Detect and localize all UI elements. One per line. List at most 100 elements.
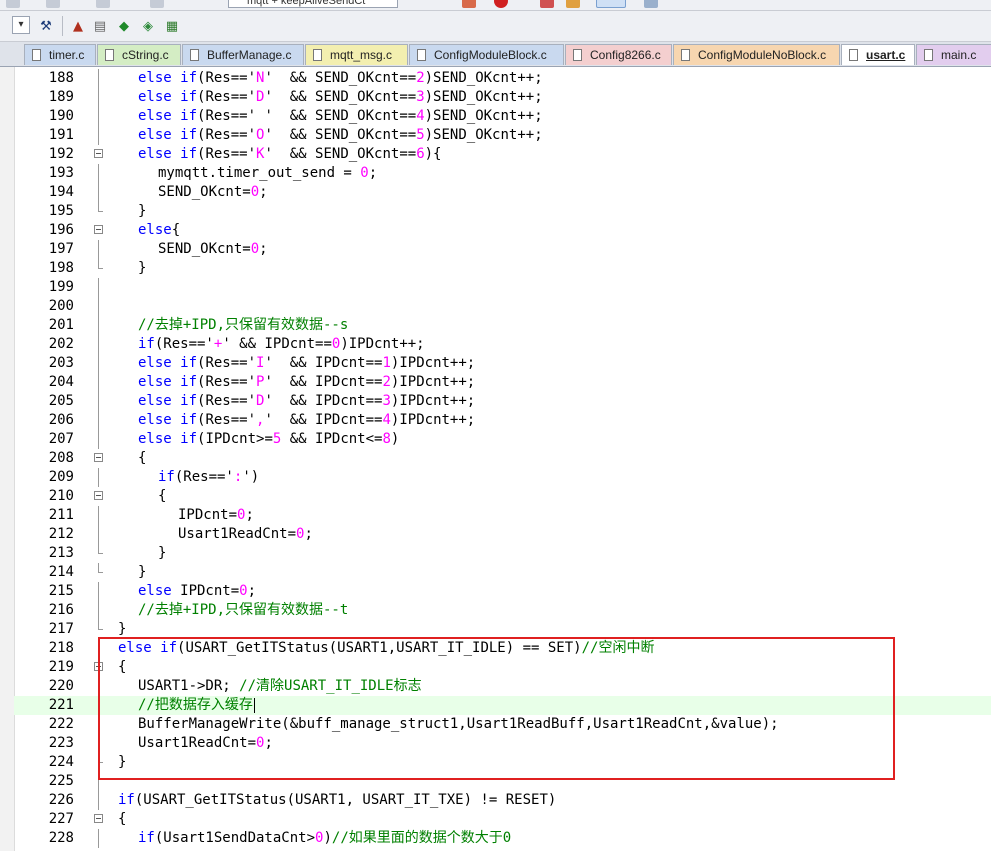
tab-timer-c[interactable]: timer.c — [24, 44, 96, 65]
fold-toggle-icon[interactable] — [94, 145, 104, 164]
breakpoint-icon[interactable] — [494, 0, 508, 8]
code-line[interactable]: 226 if(USART_GetITStatus(USART1, USART_IT… — [14, 791, 991, 810]
window-layout-icon[interactable] — [596, 0, 626, 8]
code-line[interactable]: 214} — [14, 563, 991, 582]
code-line[interactable]: 219 { — [14, 658, 991, 677]
code-text: { — [118, 811, 127, 827]
fold-guide — [94, 506, 104, 525]
code-line[interactable]: 193 mymqtt.timer_out_send = 0; — [14, 164, 991, 183]
code-line[interactable]: 228 if(Usart1SendDataCnt>0)//如果里面的数据个数大于0 — [14, 829, 991, 848]
code-line[interactable]: 218 else if(USART_GetITStatus(USART1,USAR… — [14, 639, 991, 658]
file-extensions-icon[interactable]: ▤ — [90, 16, 110, 36]
dropdown-button[interactable]: ▾ — [12, 16, 30, 34]
line-number: 224 — [48, 754, 74, 770]
line-number: 208 — [48, 450, 74, 466]
code-text: if(USART_GetITStatus(USART1, USART_IT_TX… — [118, 792, 557, 808]
tab-cstring-c[interactable]: cString.c — [97, 44, 181, 65]
code-line[interactable]: 204 else if(Res=='P' && IPDcnt==2)IPDcnt+… — [14, 373, 991, 392]
code-line[interactable]: 201 //去掉+IPD,只保留有效数据--s — [14, 316, 991, 335]
code-line[interactable]: 227 { — [14, 810, 991, 829]
code-line[interactable]: 212 Usart1ReadCnt=0; — [14, 525, 991, 544]
code-line[interactable]: 189 else if(Res=='D' && SEND_OKcnt==3)SEN… — [14, 88, 991, 107]
manage-components-icon[interactable]: ▲ — [68, 16, 88, 36]
code-editor[interactable]: 188 else if(Res=='N' && SEND_OKcnt==2)SEN… — [0, 67, 991, 851]
breakpoint-margin[interactable] — [0, 67, 15, 851]
select-packs-icon[interactable]: ◈ — [138, 16, 158, 36]
code-line[interactable]: 194 SEND_OKcnt=0; — [14, 183, 991, 202]
file-icon — [924, 49, 933, 61]
line-number: 192 — [48, 146, 74, 162]
line-number: 215 — [48, 583, 74, 599]
wrench-icon[interactable] — [644, 0, 658, 8]
code-line[interactable]: 191 else if(Res=='O' && SEND_OKcnt==5)SEN… — [14, 126, 991, 145]
debug-start-icon[interactable] — [462, 0, 476, 8]
code-line[interactable]: 225 — [14, 772, 991, 791]
fold-toggle-icon[interactable] — [94, 487, 104, 506]
tab-usart-c[interactable]: usart.c — [841, 44, 915, 65]
code-text: } — [138, 260, 147, 276]
code-line[interactable]: 192 else if(Res=='K' && SEND_OKcnt==6){ — [14, 145, 991, 164]
code-line[interactable]: 220 USART1->DR; //清除USART_IT_IDLE标志 — [14, 677, 991, 696]
code-line[interactable]: 198} — [14, 259, 991, 278]
code-text: mymqtt.timer_out_send = 0; — [158, 165, 378, 181]
code-text: if(Usart1SendDataCnt>0)//如果里面的数据个数大于0 — [138, 830, 512, 846]
tab-mqtt-msg-c[interactable]: mqtt_msg.c — [305, 44, 408, 65]
tab-buffermanage-c[interactable]: BufferManage.c — [182, 44, 304, 65]
tab-main-c[interactable]: main.c — [916, 44, 991, 65]
code-line[interactable]: 188 else if(Res=='N' && SEND_OKcnt==2)SEN… — [14, 69, 991, 88]
code-line[interactable]: 197 SEND_OKcnt=0; — [14, 240, 991, 259]
fold-toggle-icon[interactable] — [94, 449, 104, 468]
code-line[interactable]: 224} — [14, 753, 991, 772]
code-line[interactable]: 207 else if(IPDcnt>=5 && IPDcnt<=8) — [14, 430, 991, 449]
code-text: { — [118, 659, 127, 675]
tab-configmodulenoblock-c[interactable]: ConfigModuleNoBlock.c — [673, 44, 840, 65]
code-line[interactable]: 209 if(Res==':') — [14, 468, 991, 487]
code-line[interactable]: 208 { — [14, 449, 991, 468]
code-line[interactable]: 196 else{ — [14, 221, 991, 240]
fold-guide — [94, 88, 104, 107]
code-line[interactable]: 195} — [14, 202, 991, 221]
settings-icon[interactable] — [566, 0, 580, 8]
code-line[interactable]: 202 if(Res=='+' && IPDcnt==0)IPDcnt++; — [14, 335, 991, 354]
code-line[interactable]: 215 else IPDcnt=0; — [14, 582, 991, 601]
fold-toggle-icon[interactable] — [94, 810, 104, 829]
translate-icon[interactable] — [6, 0, 20, 8]
code-line[interactable]: 223 Usart1ReadCnt=0; — [14, 734, 991, 753]
code-text: IPDcnt=0; — [178, 507, 254, 523]
file-icon — [849, 49, 858, 61]
green-diamond-icon[interactable]: ◆ — [114, 16, 134, 36]
code-line[interactable]: 213} — [14, 544, 991, 563]
code-line[interactable]: 200 — [14, 297, 991, 316]
bookmark-icon[interactable] — [150, 0, 164, 8]
tab-config8266-c[interactable]: Config8266.c — [565, 44, 672, 65]
target-select[interactable]: mqtt + keepAliveSendCt — [228, 0, 398, 8]
code-line[interactable]: 221 //把数据存入缓存 — [14, 696, 991, 715]
options-wand-icon[interactable]: ⚒ — [36, 16, 56, 36]
line-number: 205 — [48, 393, 74, 409]
fold-toggle-icon[interactable] — [94, 221, 104, 240]
tab-configmoduleblock-c[interactable]: ConfigModuleBlock.c — [409, 44, 564, 65]
code-line[interactable]: 222 BufferManageWrite(&buff_manage_struct… — [14, 715, 991, 734]
redo-icon[interactable] — [96, 0, 110, 8]
code-line[interactable]: 203 else if(Res=='I' && IPDcnt==1)IPDcnt+… — [14, 354, 991, 373]
code-line[interactable]: 206 else if(Res==',' && IPDcnt==4)IPDcnt+… — [14, 411, 991, 430]
code-text: //去掉+IPD,只保留有效数据--t — [138, 602, 349, 618]
file-tabs: timer.c cString.c BufferManage.c mqtt_ms… — [0, 42, 991, 67]
code-line[interactable]: 205 else if(Res=='D' && IPDcnt==3)IPDcnt+… — [14, 392, 991, 411]
line-number: 198 — [48, 260, 74, 276]
code-line[interactable]: 217} — [14, 620, 991, 639]
code-text: if(Res==':') — [158, 469, 260, 485]
fold-guide — [94, 772, 104, 791]
code-line[interactable]: 190 else if(Res==' ' && SEND_OKcnt==4)SEN… — [14, 107, 991, 126]
line-number: 223 — [48, 735, 74, 751]
pack-installer-icon[interactable]: ▦ — [162, 16, 182, 36]
text-caret — [253, 697, 255, 713]
undo-icon[interactable] — [46, 0, 60, 8]
stop-icon[interactable] — [540, 0, 554, 8]
code-line[interactable]: 210 { — [14, 487, 991, 506]
code-line[interactable]: 199 — [14, 278, 991, 297]
code-line[interactable]: 211 IPDcnt=0; — [14, 506, 991, 525]
file-icon — [313, 49, 322, 61]
fold-toggle-icon[interactable] — [94, 658, 104, 677]
code-line[interactable]: 216 //去掉+IPD,只保留有效数据--t — [14, 601, 991, 620]
